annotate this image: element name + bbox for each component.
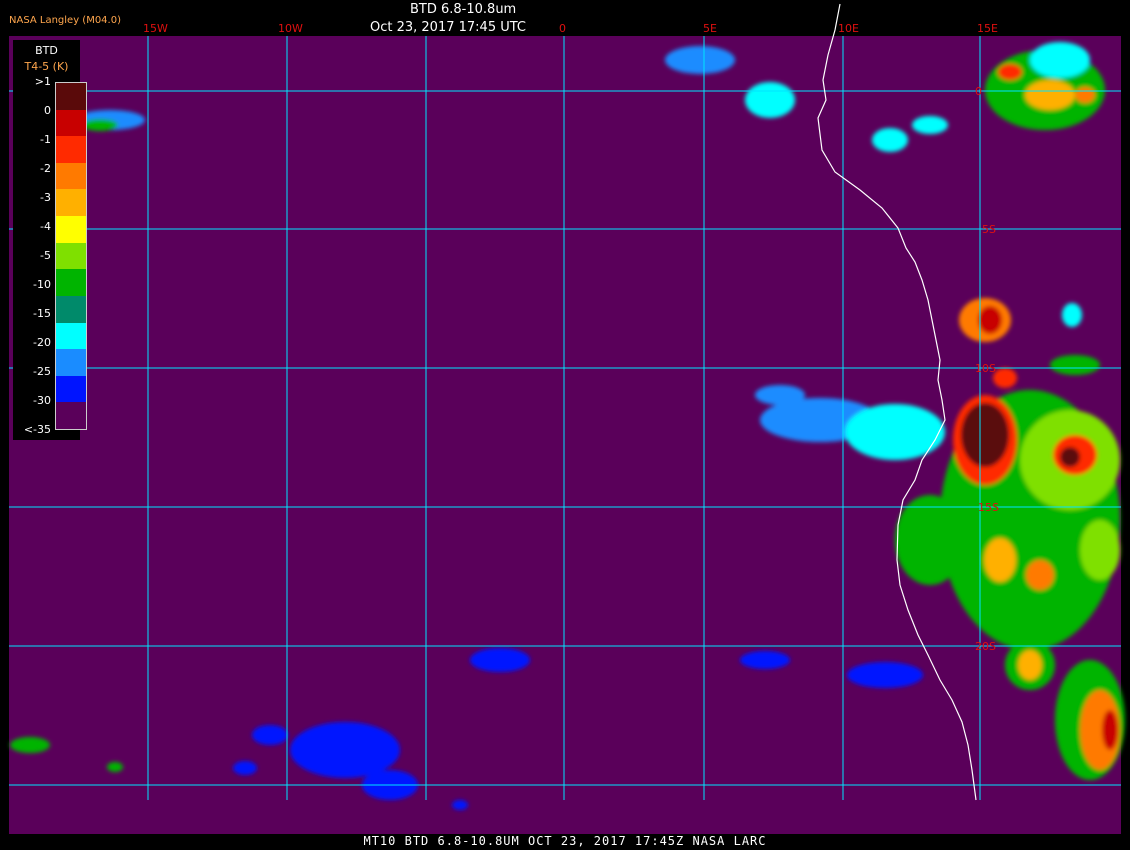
data-credit: NASA Langley (M04.0) <box>9 15 121 26</box>
lon-label: 15E <box>977 22 998 35</box>
legend-tick-label: <-35 <box>23 423 51 436</box>
legend-tick-label: -10 <box>33 278 51 291</box>
lat-label: 15S <box>978 501 999 514</box>
observation-time: Oct 23, 2017 17:45 UTC <box>370 20 526 35</box>
legend-colorbar <box>55 82 87 430</box>
legend-tick-label: -1 <box>40 133 51 146</box>
legend-swatch <box>56 162 86 190</box>
legend-swatch <box>56 402 86 430</box>
lat-label: 0 <box>975 85 982 98</box>
legend-swatch <box>56 109 86 137</box>
legend-tick-label: -20 <box>33 336 51 349</box>
legend-swatch <box>56 136 86 164</box>
satellite-map: 15W 10W 0 5E 10E 15E 0 5S 10S 15S 20S <box>9 3 1125 834</box>
longitude-labels: 15W 10W 0 5E 10E 15E <box>143 22 998 35</box>
legend-tick-label: -5 <box>40 249 51 262</box>
lon-label: 10W <box>278 22 303 35</box>
legend-tick-label: -2 <box>40 162 51 175</box>
legend-tick-label: -4 <box>40 220 51 233</box>
legend-swatch <box>56 83 86 111</box>
legend-tick-label: >1 <box>34 75 51 88</box>
footer-caption: MT10 BTD 6.8-10.8UM OCT 23, 2017 17:45Z … <box>363 834 767 848</box>
legend-swatch <box>56 189 86 217</box>
lat-label: 10S <box>975 362 996 375</box>
legend-swatch <box>56 242 86 270</box>
legend-tick-label: -3 <box>40 191 51 204</box>
legend-tick-label: -30 <box>33 394 51 407</box>
legend-title: BTD <box>35 44 58 57</box>
legend-tick-label: 0 <box>44 104 51 117</box>
legend-swatch <box>56 269 86 297</box>
lon-label: 0 <box>559 22 566 35</box>
lon-label: 5E <box>703 22 717 35</box>
legend-tick-label: -25 <box>33 365 51 378</box>
legend-units: T4-5 (K) <box>24 60 69 73</box>
legend-swatch <box>56 375 86 403</box>
lon-label: 15W <box>143 22 168 35</box>
lon-label: 10E <box>838 22 859 35</box>
legend-swatch <box>56 216 86 244</box>
legend-swatch <box>56 349 86 377</box>
lat-label: 20S <box>975 640 996 653</box>
product-title: BTD 6.8-10.8um <box>410 2 517 17</box>
legend-swatch <box>56 295 86 324</box>
lat-label: 5S <box>982 223 996 236</box>
legend-tick-label: -15 <box>33 307 51 320</box>
legend-swatch <box>56 322 86 350</box>
color-legend: BTD T4-5 (K) >1 0 -1 -2 -3 -4 -5 -10 -15 -20 -25 -3… <box>13 40 87 440</box>
